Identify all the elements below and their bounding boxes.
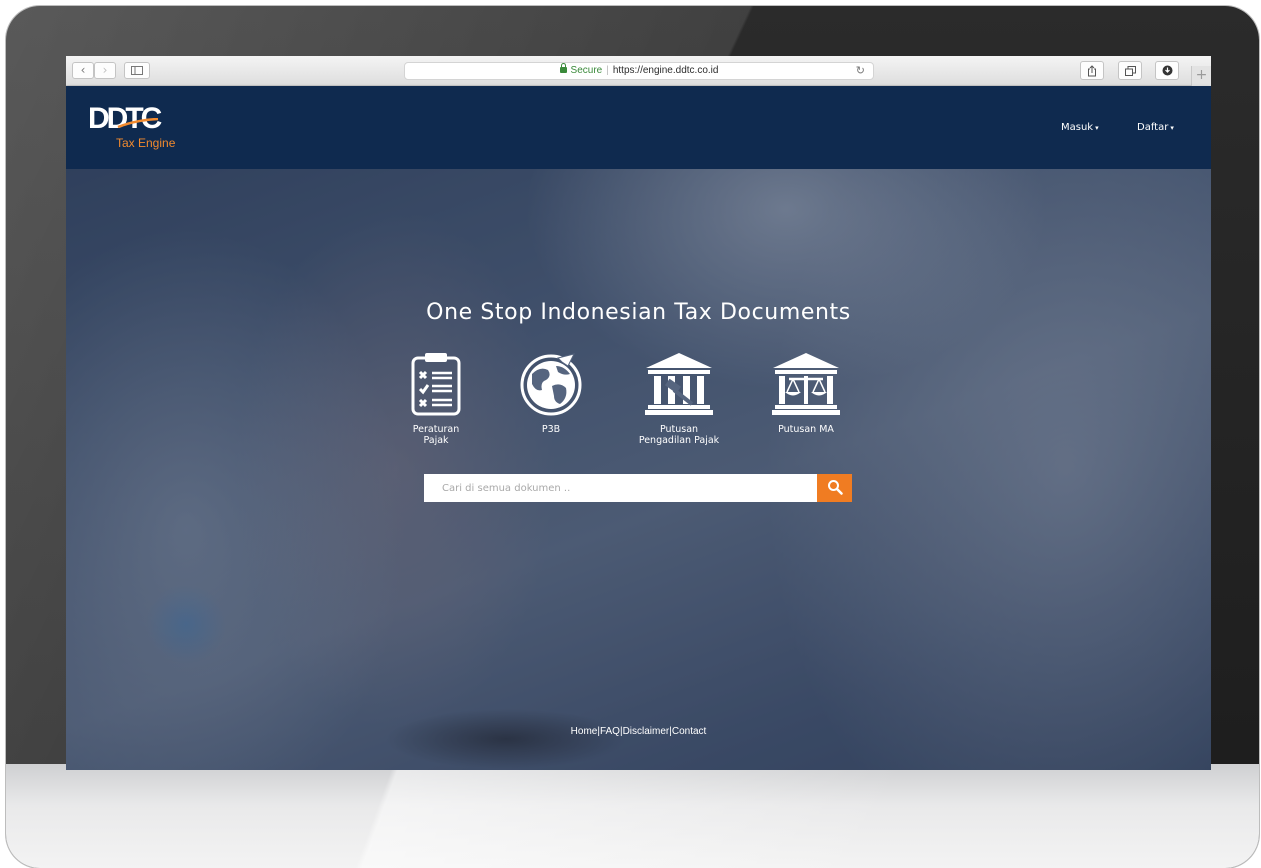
forward-button[interactable]: › [94, 62, 116, 79]
courthouse-icon [645, 353, 713, 415]
url-text: https://engine.ddtc.co.id [612, 65, 719, 76]
footer-link-faq[interactable]: FAQ [600, 726, 620, 737]
category-list: Peraturan Pajak P3B Putusan Pengadilan P… [406, 352, 876, 452]
search-input[interactable] [424, 474, 817, 502]
site-header: DDTC Tax Engine Masuk ▾ Daftar ▾ [66, 86, 1211, 169]
back-button[interactable]: ‹ [72, 62, 94, 79]
download-button[interactable] [1155, 61, 1179, 80]
nav-daftar[interactable]: Daftar ▾ [1137, 122, 1174, 133]
browser-window: ‹ › Secure|https://engine.ddtc.co.id ↻ [66, 56, 1211, 770]
category-label-line1: Peraturan [412, 424, 460, 435]
chevron-right-icon: › [102, 63, 108, 77]
lock-icon [559, 63, 567, 73]
reload-icon[interactable]: ↻ [856, 63, 865, 79]
tabs-icon [1124, 66, 1136, 76]
category-label-line1: Putusan MA [778, 424, 834, 435]
download-icon [1162, 65, 1172, 76]
secure-label: Secure [570, 65, 603, 76]
scales-icon [772, 353, 840, 415]
browser-toolbar: ‹ › Secure|https://engine.ddtc.co.id ↻ [66, 56, 1211, 86]
category-putusan-ma[interactable]: Putusan MA [751, 352, 861, 435]
category-p3b[interactable]: P3B [496, 352, 606, 435]
chevron-left-icon: ‹ [80, 63, 86, 77]
monitor-frame: ‹ › Secure|https://engine.ddtc.co.id ↻ [6, 6, 1259, 868]
category-label-line2: Pengadilan Pajak [638, 435, 720, 446]
footer-link-contact[interactable]: Contact [672, 726, 706, 737]
hero-title: One Stop Indonesian Tax Documents [426, 300, 851, 325]
caret-down-icon: ▾ [1095, 124, 1099, 132]
category-peraturan-pajak[interactable]: Peraturan Pajak [381, 352, 491, 446]
logo-subtitle: Tax Engine [116, 136, 176, 150]
category-label-line1: P3B [541, 424, 561, 435]
footer-link-disclaimer[interactable]: Disclaimer [623, 726, 670, 737]
globe-icon [520, 353, 582, 416]
nav-masuk-label: Masuk [1061, 122, 1094, 133]
category-label-line2: Pajak [423, 435, 449, 446]
category-putusan-pengadilan-pajak[interactable]: Putusan Pengadilan Pajak [624, 352, 734, 446]
footer-link-home[interactable]: Home [571, 726, 598, 737]
address-bar[interactable]: Secure | https://engine.ddtc.co.id ↻ [404, 62, 874, 80]
logo-swoosh-icon [117, 118, 159, 128]
ddtc-logo[interactable]: DDTC Tax Engine [88, 104, 188, 154]
clipboard-checklist-icon [411, 353, 461, 416]
hero-background [66, 169, 1211, 770]
nav-daftar-label: Daftar [1137, 122, 1169, 133]
search-bar [424, 474, 852, 502]
caret-down-icon: ▾ [1170, 124, 1174, 132]
new-tab-button[interactable]: + [1191, 66, 1211, 86]
footer-links: Home|FAQ|Disclaimer|Contact [66, 726, 1211, 737]
category-label-line1: Putusan [659, 424, 699, 435]
sidebar-icon [131, 66, 143, 75]
tabs-button[interactable] [1118, 61, 1142, 80]
share-icon [1088, 65, 1096, 77]
monitor-chin [6, 764, 1259, 868]
nav-masuk[interactable]: Masuk ▾ [1061, 122, 1099, 133]
search-icon [827, 479, 843, 495]
share-button[interactable] [1080, 61, 1104, 80]
search-button[interactable] [817, 474, 852, 502]
sidebar-button[interactable] [124, 62, 150, 79]
